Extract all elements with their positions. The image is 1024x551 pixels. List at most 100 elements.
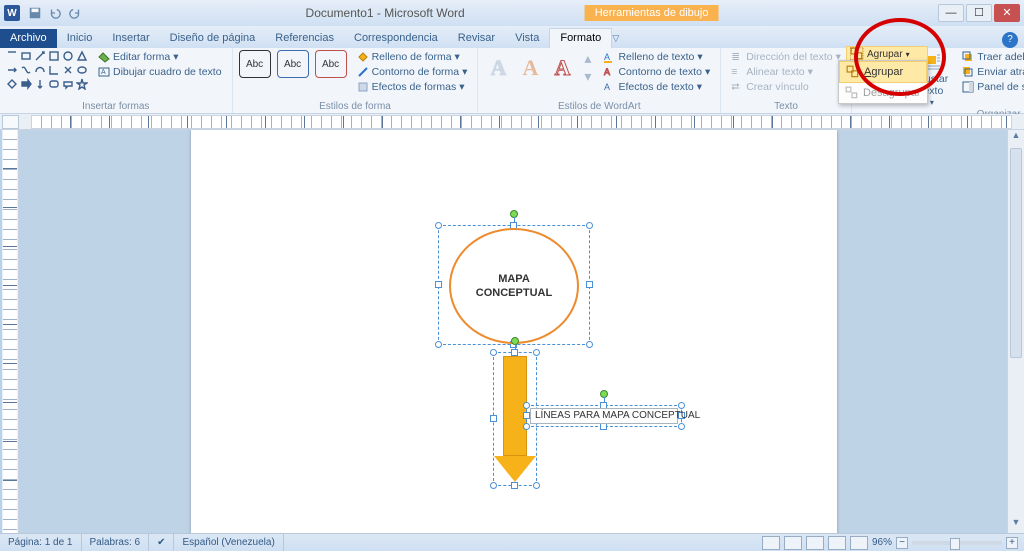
- resize-handle[interactable]: [490, 482, 497, 489]
- zoom-slider[interactable]: [912, 541, 1002, 545]
- tab-file[interactable]: Archivo: [0, 29, 57, 48]
- scroll-down-icon[interactable]: ▼: [1008, 517, 1024, 533]
- horizontal-ruler-bar: [0, 114, 1024, 130]
- resize-handle[interactable]: [435, 281, 442, 288]
- wordart-style-2[interactable]: A: [516, 54, 544, 82]
- view-draft[interactable]: [850, 536, 868, 550]
- resize-handle[interactable]: [490, 415, 497, 422]
- resize-handle[interactable]: [523, 423, 530, 430]
- resize-handle[interactable]: [490, 349, 497, 356]
- scroll-thumb[interactable]: [1010, 148, 1022, 358]
- status-proofing-icon[interactable]: ✔: [149, 534, 174, 551]
- shape-effects-button[interactable]: Efectos de formas ▾: [353, 80, 472, 94]
- view-web-layout[interactable]: [806, 536, 824, 550]
- group-icon: [850, 47, 864, 61]
- resize-handle[interactable]: [511, 349, 518, 356]
- zoom-level[interactable]: 96%: [872, 537, 892, 548]
- status-words[interactable]: Palabras: 6: [82, 534, 150, 551]
- resize-handle[interactable]: [533, 349, 540, 356]
- text-direction-icon: ≣: [731, 51, 743, 63]
- resize-handle[interactable]: [533, 482, 540, 489]
- selection-pane-button[interactable]: Panel de selección: [958, 80, 1024, 94]
- maximize-button[interactable]: ☐: [966, 4, 992, 22]
- resize-handle[interactable]: [523, 402, 530, 409]
- zoom-in-button[interactable]: +: [1006, 537, 1018, 549]
- resize-handle[interactable]: [435, 341, 442, 348]
- bring-forward-icon: [962, 51, 974, 63]
- quick-access-toolbar[interactable]: [28, 6, 82, 20]
- document-area[interactable]: MAPACONCEPTUAL: [19, 130, 1007, 533]
- text-effects-button[interactable]: AEfectos de texto ▾: [599, 80, 714, 94]
- create-link-button[interactable]: ⮂Crear vínculo: [727, 80, 845, 94]
- align-text-icon: ≡: [731, 66, 743, 78]
- word-app-icon: W: [4, 5, 20, 21]
- save-icon[interactable]: [28, 6, 42, 20]
- redo-icon[interactable]: [68, 6, 82, 20]
- zoom-out-button[interactable]: −: [896, 537, 908, 549]
- scroll-up-icon[interactable]: ▲: [1008, 130, 1024, 146]
- wordart-gallery[interactable]: A A A ▴ ▾: [484, 50, 593, 85]
- bring-forward-button[interactable]: Traer adelante ▾: [958, 50, 1024, 64]
- view-full-screen[interactable]: [784, 536, 802, 550]
- shape-style-gallery[interactable]: Abc Abc Abc: [239, 50, 347, 78]
- tab-insertar[interactable]: Insertar: [102, 29, 159, 48]
- minimize-ribbon-icon[interactable]: ▽: [612, 33, 619, 48]
- resize-handle[interactable]: [678, 402, 685, 409]
- tab-revisar[interactable]: Revisar: [448, 29, 505, 48]
- vertical-scrollbar[interactable]: ▲ ▼: [1007, 130, 1024, 533]
- tab-selector[interactable]: [2, 115, 19, 129]
- resize-handle[interactable]: [586, 281, 593, 288]
- tab-correspondencia[interactable]: Correspondencia: [344, 29, 448, 48]
- gallery-scroll-up-icon[interactable]: ▴: [582, 50, 593, 67]
- tab-formato[interactable]: Formato: [549, 28, 612, 48]
- shape-style-3[interactable]: Abc: [315, 50, 347, 78]
- workspace: MAPACONCEPTUAL: [0, 130, 1024, 533]
- menu-item-agrupar[interactable]: Agrupar: [839, 61, 927, 83]
- page[interactable]: MAPACONCEPTUAL: [191, 130, 837, 533]
- status-page[interactable]: Página: 1 de 1: [0, 534, 82, 551]
- tab-inicio[interactable]: Inicio: [57, 29, 103, 48]
- edit-shape-button[interactable]: Editar forma ▾: [94, 50, 226, 64]
- close-button[interactable]: ✕: [994, 4, 1020, 22]
- shape-style-2[interactable]: Abc: [277, 50, 309, 78]
- align-text-button[interactable]: ≡Alinear texto ▾: [727, 65, 845, 79]
- menu-item-label: Agrupar: [864, 66, 903, 78]
- resize-handle[interactable]: [511, 482, 518, 489]
- minimize-button[interactable]: —: [938, 4, 964, 22]
- view-print-layout[interactable]: [762, 536, 780, 550]
- textbox-selection[interactable]: LÍNEAS PARA MAPA CONCEPTUAL: [526, 405, 682, 427]
- ellipse-shape[interactable]: MAPACONCEPTUAL: [449, 228, 579, 344]
- text-fill-button[interactable]: ARelleno de texto ▾: [599, 50, 714, 64]
- text-effects-icon: A: [603, 81, 615, 93]
- tab-diseno-pagina[interactable]: Diseño de página: [160, 29, 266, 48]
- resize-handle[interactable]: [600, 423, 607, 430]
- resize-handle[interactable]: [586, 341, 593, 348]
- horizontal-ruler[interactable]: [31, 115, 1012, 129]
- view-outline[interactable]: [828, 536, 846, 550]
- shape-outline-button[interactable]: Contorno de forma ▾: [353, 65, 472, 79]
- wordart-style-1[interactable]: A: [484, 54, 512, 82]
- status-language[interactable]: Español (Venezuela): [174, 534, 283, 551]
- send-backward-button[interactable]: Enviar atrás ▾: [958, 65, 1024, 79]
- wordart-style-3[interactable]: A: [548, 54, 576, 82]
- tab-vista[interactable]: Vista: [505, 29, 549, 48]
- group-estilos-wordart: A A A ▴ ▾ ARelleno de texto ▾ AContorno …: [478, 48, 721, 113]
- draw-textbox-button[interactable]: ADibujar cuadro de texto: [94, 65, 226, 79]
- resize-handle[interactable]: [523, 412, 530, 419]
- tab-referencias[interactable]: Referencias: [265, 29, 344, 48]
- ellipse-selection[interactable]: MAPACONCEPTUAL: [438, 225, 590, 345]
- shapes-gallery[interactable]: [6, 50, 88, 90]
- shape-style-1[interactable]: Abc: [239, 50, 271, 78]
- ellipse-text: MAPACONCEPTUAL: [476, 272, 552, 300]
- vertical-ruler[interactable]: [2, 130, 19, 533]
- resize-handle[interactable]: [586, 222, 593, 229]
- help-icon[interactable]: ?: [1002, 32, 1018, 48]
- undo-icon[interactable]: [48, 6, 62, 20]
- textbox-shape[interactable]: LÍNEAS PARA MAPA CONCEPTUAL: [530, 408, 678, 424]
- text-direction-button[interactable]: ≣Dirección del texto ▾: [727, 50, 845, 64]
- resize-handle[interactable]: [435, 222, 442, 229]
- resize-handle[interactable]: [678, 423, 685, 430]
- text-outline-button[interactable]: AContorno de texto ▾: [599, 65, 714, 79]
- gallery-scroll-down-icon[interactable]: ▾: [582, 68, 593, 85]
- shape-fill-button[interactable]: Relleno de forma ▾: [353, 50, 472, 64]
